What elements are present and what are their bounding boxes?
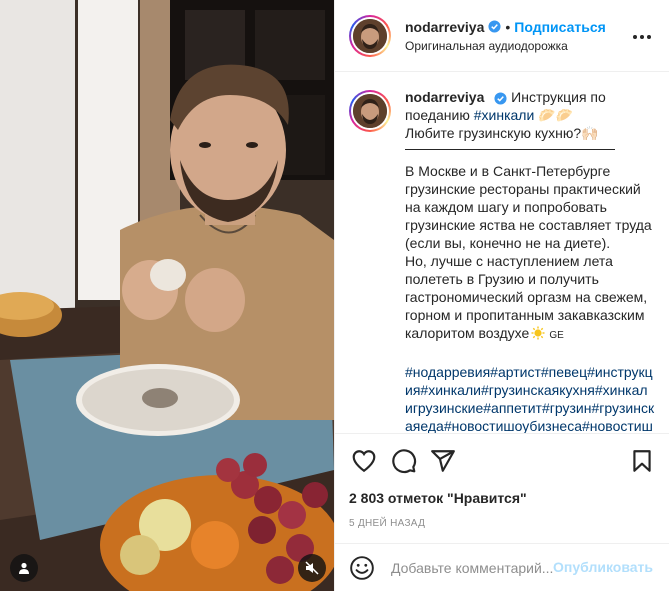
comment-bubble-icon[interactable]	[391, 448, 417, 474]
speaker-muted-icon	[305, 561, 319, 575]
hashtag-link[interactable]: #артист	[490, 364, 541, 380]
verified-badge-icon	[494, 92, 507, 105]
heart-icon[interactable]	[351, 448, 377, 474]
caption-intro-emoji: 🥟🥟	[534, 107, 574, 123]
author-username[interactable]: nodarreviya	[405, 19, 484, 35]
header-separator: •	[505, 18, 511, 35]
caption-hashtag-link[interactable]: #хинкали	[474, 107, 535, 123]
caption-question: Любите грузинскую кухню?🙌🏻	[405, 125, 599, 141]
video-frame	[0, 0, 334, 591]
bookmark-icon[interactable]	[629, 448, 655, 474]
post-date[interactable]: 5 дней назад	[349, 518, 655, 529]
comment-input[interactable]	[391, 559, 561, 576]
hashtag-link[interactable]: #новостишоубизнеса	[444, 418, 582, 433]
audio-label[interactable]: Оригинальная аудиодорожка	[405, 39, 606, 53]
flag-emoji: GE	[549, 330, 564, 341]
paper-plane-icon[interactable]	[430, 448, 456, 474]
post-actions: 2 803 отметок "Нравится" 5 дней назад	[335, 433, 669, 543]
avatar-image	[353, 18, 387, 53]
more-options-button[interactable]	[633, 28, 651, 46]
publish-comment-button[interactable]: Опубликовать	[553, 559, 653, 575]
hashtag-link[interactable]: #хинкали	[420, 382, 481, 398]
caption-paragraph-2: Но, лучше с наступлением лета полететь в…	[405, 252, 655, 345]
post-side-panel: nodarreviya • Подписаться Оригинальная а…	[334, 0, 669, 591]
hashtag-link[interactable]: #грузинскаякухня	[481, 382, 595, 398]
verified-badge-icon	[488, 20, 501, 33]
caption-paragraph-1: В Москве и в Санкт-Петербурге грузинские…	[405, 163, 652, 251]
tagged-users-button[interactable]	[10, 554, 38, 582]
caption-paragraph-2-text: Но, лучше с наступлением лета полететь в…	[405, 253, 648, 341]
hashtag-link[interactable]: #грузин	[542, 400, 592, 416]
smiley-icon[interactable]	[349, 555, 375, 581]
caption-username[interactable]: nodarreviya	[405, 89, 484, 105]
action-icons-row	[349, 434, 655, 488]
post-header: nodarreviya • Подписаться Оригинальная а…	[335, 0, 669, 72]
caption-hashtags: #нодарревия#артист#певец#инструкция#хинк…	[405, 363, 655, 433]
hashtag-link[interactable]: #аппетит	[483, 400, 542, 416]
avatar-image	[353, 94, 387, 128]
likes-count[interactable]: 2 803 отметок "Нравится"	[349, 490, 655, 506]
sun-emoji-icon	[531, 326, 545, 340]
caption-text: nodarreviya Инструкция по поеданию #хинк…	[405, 88, 655, 433]
instagram-post: nodarreviya • Подписаться Оригинальная а…	[0, 0, 669, 591]
more-dots-icon	[633, 35, 637, 39]
hashtag-link[interactable]: #нодарревия	[405, 364, 490, 380]
hashtag-link[interactable]: #певец	[541, 364, 587, 380]
caption-author-avatar[interactable]	[349, 90, 391, 132]
caption-divider	[405, 142, 615, 150]
post-caption: nodarreviya Инструкция по поеданию #хинк…	[349, 88, 655, 433]
author-avatar[interactable]	[349, 14, 391, 57]
comments-section: nodarreviya Инструкция по поеданию #хинк…	[335, 72, 669, 433]
follow-button[interactable]: Подписаться	[514, 19, 606, 35]
mute-toggle-button[interactable]	[298, 554, 326, 582]
post-video[interactable]	[0, 0, 334, 591]
user-icon	[19, 562, 29, 574]
add-comment-bar: Опубликовать	[335, 543, 669, 591]
